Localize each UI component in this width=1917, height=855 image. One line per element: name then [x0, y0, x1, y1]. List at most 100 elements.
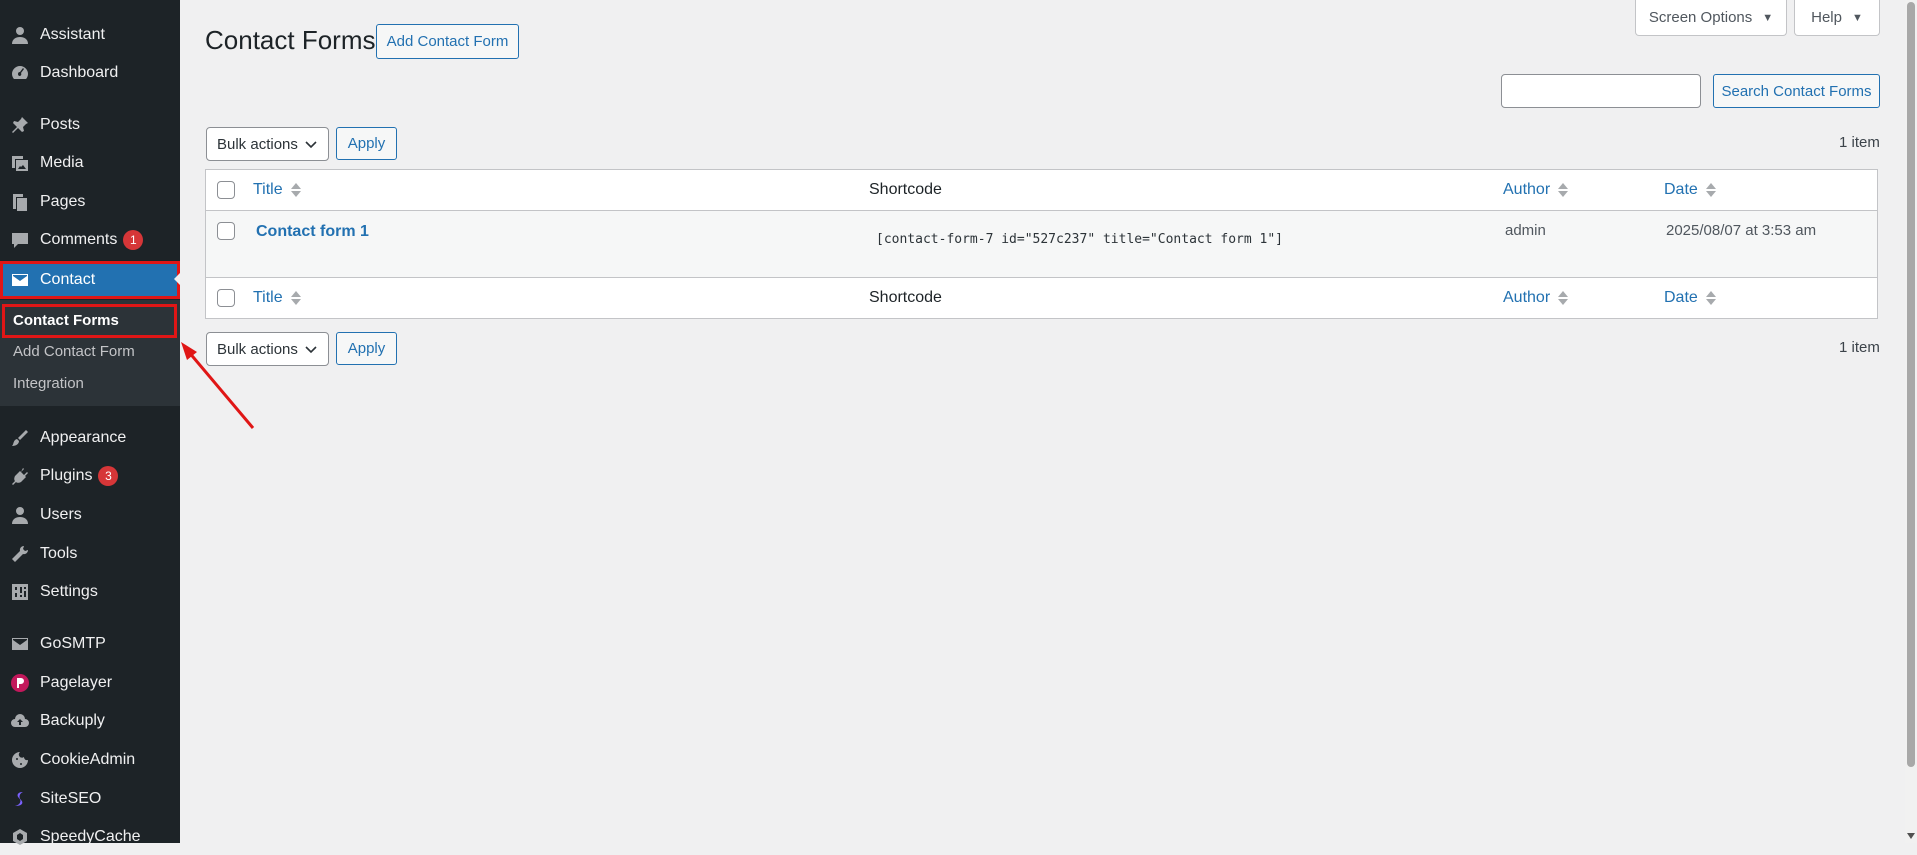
item-count-top: 1 item — [1839, 134, 1880, 151]
sidebar-item-siteseo[interactable]: SiteSEO — [0, 781, 180, 817]
sidebar-item-label: Plugins — [40, 467, 93, 484]
column-author-label: Author — [1503, 181, 1551, 198]
sidebar-item-settings[interactable]: Settings — [0, 574, 180, 610]
sidebar-item-label: Contact — [40, 271, 96, 288]
column-title-label: Title — [253, 181, 283, 198]
search-contact-forms-button[interactable]: Search Contact Forms — [1713, 74, 1880, 108]
sort-icon — [1705, 291, 1716, 305]
sidebar-item-label: Pages — [40, 193, 86, 210]
row-checkbox[interactable] — [217, 222, 235, 240]
mail-icon — [9, 633, 31, 655]
sidebar-item-backuply[interactable]: Backuply — [0, 703, 180, 739]
column-author-label: Author — [1503, 289, 1551, 306]
add-contact-form-button[interactable]: Add Contact Form — [376, 24, 519, 59]
envelope-icon — [9, 269, 31, 291]
plugins-update-badge: 3 — [98, 466, 119, 486]
sidebar-item-label: Appearance — [40, 429, 127, 446]
caret-down-icon: ▼ — [1851, 11, 1863, 24]
sort-icon — [1558, 183, 1569, 197]
table-row: Contact form 1 [contact-form-7 id="527c2… — [206, 210, 1877, 278]
bulk-actions-select-top[interactable]: Bulk actions — [206, 127, 329, 161]
sidebar-item-users[interactable]: Users — [0, 497, 180, 533]
plug-icon — [9, 465, 31, 487]
comments-icon — [9, 229, 31, 251]
screen-options-button[interactable]: Screen Options ▼ — [1635, 0, 1787, 36]
apply-button-top[interactable]: Apply — [336, 127, 397, 160]
help-button[interactable]: Help ▼ — [1794, 0, 1880, 36]
sidebar-item-label: GoSMTP — [40, 635, 106, 652]
media-icon — [9, 152, 31, 174]
column-author[interactable]: Author — [1503, 170, 1569, 210]
column-title[interactable]: Title — [253, 170, 301, 210]
row-shortcode: [contact-form-7 id="527c237" title="Cont… — [876, 232, 1283, 247]
scroll-down-arrow-icon[interactable] — [1907, 833, 1915, 839]
sidebar-item-label: Backuply — [40, 712, 105, 729]
column-shortcode: Shortcode — [869, 181, 942, 198]
row-title-link[interactable]: Contact form 1 — [256, 223, 369, 241]
page-title: Contact Forms — [205, 25, 376, 55]
column-title-label: Title — [253, 289, 283, 306]
sidebar-item-tools[interactable]: Tools — [0, 536, 180, 572]
bulk-actions-label: Bulk actions — [217, 135, 298, 153]
row-date: 2025/08/07 at 3:53 am — [1666, 222, 1817, 239]
sidebar-item-label: SiteSEO — [40, 790, 102, 807]
admin-sidebar: Assistant Dashboard Posts Media Pages Co… — [0, 0, 182, 845]
sidebar-item-pagelayer[interactable]: Pagelayer — [0, 665, 180, 701]
table-footer-row: Title Shortcode Author Date — [206, 278, 1877, 318]
page-scrollbar[interactable] — [1905, 0, 1917, 843]
column-author-footer[interactable]: Author — [1503, 278, 1569, 318]
chevron-down-icon — [305, 141, 317, 149]
submenu-item-add-contact-form[interactable]: Add Contact Form — [13, 343, 135, 360]
column-date[interactable]: Date — [1664, 170, 1716, 210]
sidebar-item-assistant[interactable]: Assistant — [0, 17, 180, 53]
sidebar-item-gosmtp[interactable]: GoSMTP — [0, 626, 180, 662]
apply-button-bottom[interactable]: Apply — [336, 332, 397, 365]
bulk-actions-select-bottom[interactable]: Bulk actions — [206, 332, 329, 366]
chevron-down-icon — [305, 346, 317, 354]
sidebar-item-media[interactable]: Media — [0, 145, 180, 181]
sidebar-item-label: Settings — [40, 583, 98, 600]
caret-down-icon: ▼ — [1762, 11, 1774, 24]
column-shortcode-footer: Shortcode — [869, 289, 942, 306]
sidebar-item-speedycache[interactable]: SpeedyCache — [0, 819, 180, 855]
sidebar-item-label: Pagelayer — [40, 674, 113, 691]
sidebar-item-cookieadmin[interactable]: CookieAdmin — [0, 742, 180, 778]
sidebar-item-label: Dashboard — [40, 64, 119, 81]
wrench-icon — [9, 543, 31, 565]
column-date-label: Date — [1664, 181, 1698, 198]
help-label: Help — [1811, 9, 1842, 26]
brush-icon — [9, 427, 31, 449]
search-input[interactable] — [1501, 74, 1701, 108]
sidebar-item-pages[interactable]: Pages — [0, 184, 180, 220]
sidebar-item-plugins[interactable]: Plugins 3 — [0, 458, 180, 494]
sidebar-item-comments[interactable]: Comments 1 — [0, 222, 180, 258]
sidebar-item-label: SpeedyCache — [40, 828, 141, 845]
sidebar-item-appearance[interactable]: Appearance — [0, 420, 180, 456]
sidebar-item-label: Assistant — [40, 26, 105, 43]
cookie-icon — [9, 749, 31, 771]
annotation-highlight-box — [2, 304, 177, 338]
user-icon — [9, 24, 31, 46]
sidebar-item-dashboard[interactable]: Dashboard — [0, 55, 180, 91]
sidebar-item-posts[interactable]: Posts — [0, 107, 180, 143]
select-all-checkbox-footer[interactable] — [217, 289, 235, 307]
sidebar-item-label: CookieAdmin — [40, 751, 136, 768]
siteseo-icon — [9, 788, 31, 810]
column-date-label: Date — [1664, 289, 1698, 306]
column-title-footer[interactable]: Title — [253, 278, 301, 318]
sidebar-item-label: Tools — [40, 545, 78, 562]
submenu-item-integration[interactable]: Integration — [13, 375, 84, 392]
item-count-bottom: 1 item — [1839, 339, 1880, 356]
sidebar-item-contact[interactable]: Contact — [0, 261, 180, 299]
users-icon — [9, 504, 31, 526]
comments-count-badge: 1 — [123, 230, 144, 250]
sort-icon — [1558, 291, 1569, 305]
settings-icon — [9, 581, 31, 603]
sort-icon — [1705, 183, 1716, 197]
scrollbar-thumb[interactable] — [1907, 2, 1915, 767]
contact-forms-table: Title Shortcode Author Date Contact form… — [205, 169, 1878, 319]
cloud-upload-icon — [9, 710, 31, 732]
column-date-footer[interactable]: Date — [1664, 278, 1716, 318]
sidebar-item-label: Users — [40, 506, 82, 523]
select-all-checkbox[interactable] — [217, 181, 235, 199]
